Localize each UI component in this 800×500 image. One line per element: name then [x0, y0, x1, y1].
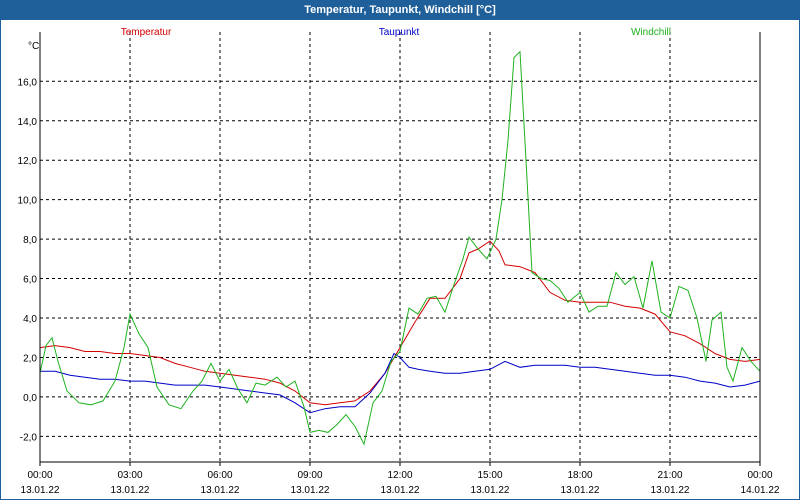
y-tick-label: 8,0	[23, 235, 37, 246]
legend: Temperatur Taupunkt Windchill	[121, 27, 671, 38]
x-tick-label-date: 13.01.22	[201, 485, 240, 496]
x-tick-label-time: 06:00	[207, 470, 232, 481]
x-tick-label-time: 21:00	[657, 470, 682, 481]
x-tick-label-time: 09:00	[297, 470, 322, 481]
x-tick-label-date: 13.01.22	[111, 485, 150, 496]
y-tick-label: 4,0	[23, 314, 37, 325]
grid-lines	[40, 32, 760, 462]
y-tick-label: 10,0	[18, 196, 38, 207]
y-tick-label: 2,0	[23, 353, 37, 364]
x-tick-label-time: 18:00	[567, 470, 592, 481]
x-tick-label-time: 12:00	[387, 470, 412, 481]
chart-window: Temperatur, Taupunkt, Windchill [°C] -2,…	[0, 0, 800, 500]
y-tick-label: 12,0	[18, 156, 38, 167]
x-tick-label-date: 13.01.22	[291, 485, 330, 496]
y-tick-label: 16,0	[18, 77, 38, 88]
y-axis-label: °C	[28, 41, 39, 52]
x-tick-label-date: 13.01.22	[21, 485, 60, 496]
y-tick-label: 6,0	[23, 275, 37, 286]
line-chart: -2,0 0,0 2,0 4,0 6,0 8,0 10,0 12,0 14,0 16,0 00:00…	[18, 27, 780, 496]
x-tick-label-time: 00:00	[27, 470, 52, 481]
x-tick-label-date: 13.01.22	[381, 485, 420, 496]
x-tick-label-time: 00:00	[747, 470, 772, 481]
legend-entry-taupunkt: Taupunkt	[379, 27, 420, 38]
x-tick-label-date: 14.01.22	[741, 485, 780, 496]
legend-entry-temperatur: Temperatur	[121, 27, 172, 38]
x-tick-label-date: 13.01.22	[651, 485, 690, 496]
axes: -2,0 0,0 2,0 4,0 6,0 8,0 10,0 12,0 14,0 16,0 00:00…	[18, 32, 780, 496]
x-tick-label-time: 15:00	[477, 470, 502, 481]
x-tick-label-date: 13.01.22	[561, 485, 600, 496]
x-tick-label-time: 03:00	[117, 470, 142, 481]
x-tick-label-date: 13.01.22	[471, 485, 510, 496]
y-tick-label: 14,0	[18, 117, 38, 128]
legend-entry-windchill: Windchill	[631, 27, 671, 38]
y-tick-label: -2,0	[20, 432, 38, 443]
y-tick-label: 0,0	[23, 393, 37, 404]
